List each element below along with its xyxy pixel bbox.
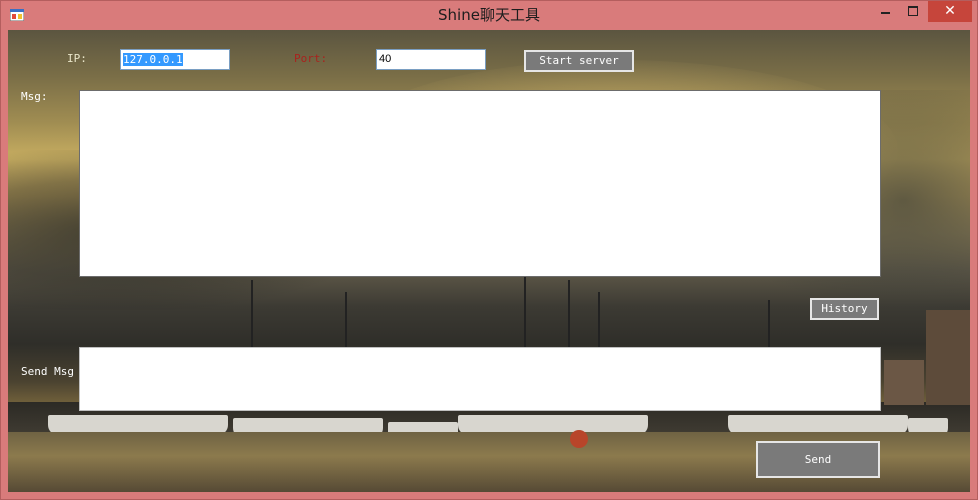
port-label: Port: [294, 52, 328, 65]
port-input-value: 40 [379, 53, 392, 65]
port-input[interactable]: 40 [376, 49, 486, 70]
orange-buoy [570, 430, 588, 448]
send-msg-label: Send Msg [21, 365, 74, 378]
msg-label: Msg: [21, 90, 48, 103]
harbor-building [926, 310, 970, 405]
chat-window: Shine聊天工具 ✕ IP: 127.0.0.1 Port: 40 Start… [0, 0, 978, 500]
send-message-textarea[interactable] [79, 347, 881, 411]
close-icon: ✕ [944, 3, 956, 19]
title-bar[interactable]: Shine聊天工具 ✕ [0, 0, 978, 30]
close-button[interactable]: ✕ [928, 0, 972, 22]
send-button[interactable]: Send [756, 441, 880, 478]
harbor-building [884, 360, 924, 405]
minimize-button[interactable] [870, 0, 900, 22]
minimize-icon [881, 12, 890, 14]
ip-label: IP: [67, 52, 87, 65]
message-log-textarea[interactable] [79, 90, 881, 277]
history-button[interactable]: History [810, 298, 879, 320]
maximize-icon [908, 6, 918, 16]
client-area: IP: 127.0.0.1 Port: 40 Start server Msg:… [8, 30, 970, 492]
window-title: Shine聊天工具 [438, 6, 540, 24]
ip-input[interactable]: 127.0.0.1 [120, 49, 230, 70]
start-server-button[interactable]: Start server [524, 50, 634, 72]
maximize-button[interactable] [898, 0, 928, 22]
ip-input-value: 127.0.0.1 [123, 53, 183, 66]
